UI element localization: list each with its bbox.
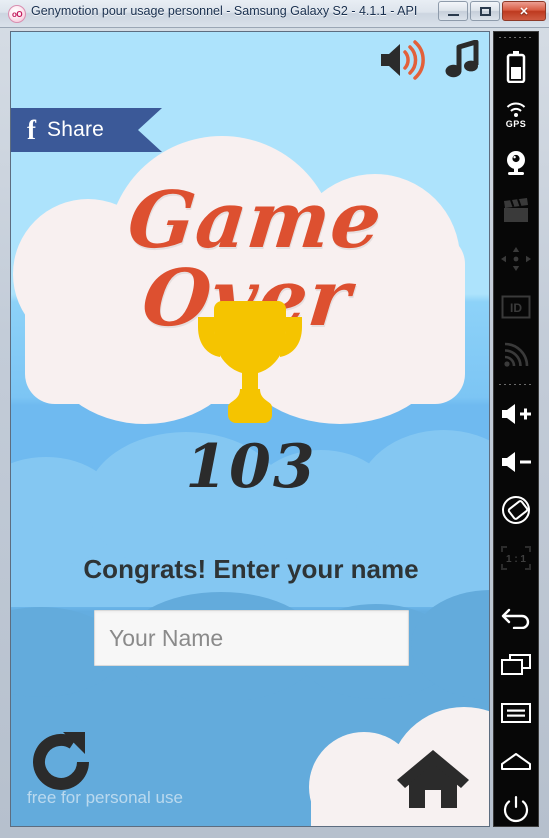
toolbar-item-gps[interactable]: GPS [493, 91, 539, 139]
toolbar-separator-mid [499, 384, 533, 385]
window-controls: ✕ [438, 1, 546, 21]
toolbar-scale-label: 1 : 1 [506, 554, 526, 565]
top-icon-row [377, 39, 479, 80]
watermark-text: free for personal use [27, 788, 183, 807]
score-value: 103 [185, 432, 317, 502]
genymotion-window: oO Genymotion pour usage personnel - Sam… [0, 0, 549, 838]
genymotion-app-icon: oO [8, 5, 26, 23]
toolbar-item-id[interactable]: ID [493, 283, 539, 331]
music-note-icon[interactable] [445, 39, 479, 80]
toolbar-item-home[interactable] [493, 737, 539, 785]
trophy-icon [196, 297, 304, 430]
toolbar-separator-top [499, 37, 533, 38]
window-title: Genymotion pour usage personnel - Samsun… [31, 4, 421, 18]
svg-text:ID: ID [510, 301, 522, 315]
toolbar-item-menu[interactable] [493, 689, 539, 737]
android-device-screen: f Share Game Over 103 Congrats! Enter yo… [10, 31, 490, 827]
toolbar-item-power[interactable] [493, 785, 539, 833]
name-input-wrapper [94, 610, 409, 666]
toolbar-item-back[interactable] [493, 593, 539, 641]
toolbar-item-battery[interactable] [493, 43, 539, 91]
toolbar-item-recents[interactable] [493, 641, 539, 689]
share-label: Share [47, 118, 105, 141]
toolbar-item-volume-down[interactable] [493, 438, 539, 486]
toolbar-item-webcam[interactable] [493, 139, 539, 187]
toolbar-item-rotate-screen[interactable] [493, 486, 539, 534]
toolbar-item-network-signal[interactable] [493, 331, 539, 379]
toolbar-gps-label: GPS [505, 118, 527, 129]
facebook-f-icon: f [27, 114, 36, 145]
genymotion-toolbar: GPS ID 1: 1 [493, 31, 539, 827]
name-input[interactable] [94, 610, 409, 666]
congrats-message: Congrats! Enter your name [83, 554, 419, 584]
toolbar-item-clapperboard[interactable] [493, 187, 539, 235]
close-button[interactable]: ✕ [502, 1, 546, 21]
toolbar-item-scale-1-1[interactable]: 1 : 1 [493, 534, 539, 582]
restart-icon[interactable] [27, 728, 99, 796]
home-icon[interactable] [395, 746, 471, 812]
minimize-button[interactable] [438, 1, 468, 21]
toolbar-item-dpad[interactable] [493, 235, 539, 283]
toolbar-item-volume-up[interactable] [493, 390, 539, 438]
maximize-button[interactable] [470, 1, 500, 21]
sound-on-icon[interactable] [377, 40, 425, 80]
title-bar: oO Genymotion pour usage personnel - Sam… [0, 0, 549, 28]
